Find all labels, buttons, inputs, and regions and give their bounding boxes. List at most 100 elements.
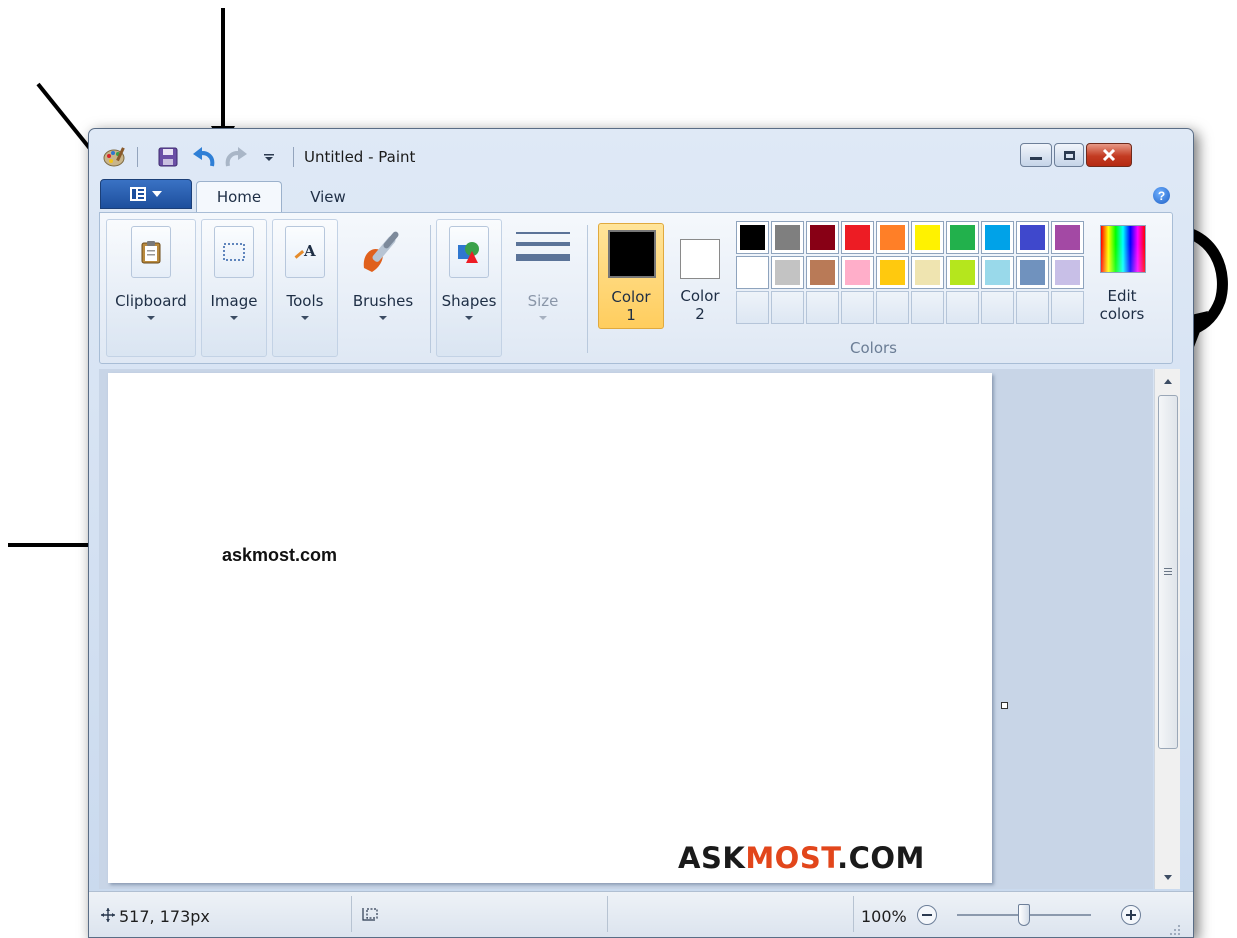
palette-color-swatch[interactable] bbox=[1016, 256, 1049, 289]
scroll-grip-icon bbox=[1164, 568, 1172, 575]
palette-empty-swatch[interactable] bbox=[841, 291, 874, 324]
edit-colors-button[interactable]: Edit colors bbox=[1094, 223, 1150, 333]
image-label: Image bbox=[210, 292, 258, 310]
minimize-icon bbox=[1030, 156, 1042, 160]
window-title: Untitled - Paint bbox=[304, 148, 416, 166]
palette-empty-swatch[interactable] bbox=[771, 291, 804, 324]
scroll-up-button[interactable] bbox=[1155, 371, 1181, 391]
brush-icon bbox=[358, 226, 408, 280]
shapes-icon bbox=[449, 226, 489, 278]
palette-empty-swatch[interactable] bbox=[876, 291, 909, 324]
redo-icon[interactable] bbox=[223, 145, 249, 169]
watermark-prefix: ASK bbox=[678, 841, 746, 875]
palette-color-swatch[interactable] bbox=[736, 256, 769, 289]
scroll-thumb[interactable] bbox=[1158, 395, 1178, 749]
tab-view[interactable]: View bbox=[290, 181, 366, 212]
chevron-down-icon bbox=[301, 316, 309, 320]
palette-color-swatch[interactable] bbox=[981, 256, 1014, 289]
palette-color-swatch[interactable] bbox=[736, 221, 769, 254]
ribbon-home: Clipboard Image A Tools Brushes Shapes S… bbox=[99, 212, 1173, 364]
palette-color-swatch[interactable] bbox=[876, 221, 909, 254]
palette-color-swatch[interactable] bbox=[771, 221, 804, 254]
color2-swatch bbox=[680, 239, 720, 279]
palette-color-swatch[interactable] bbox=[946, 256, 979, 289]
selection-size-icon bbox=[362, 908, 378, 921]
chevron-down-icon bbox=[147, 316, 155, 320]
clipboard-group-button[interactable]: Clipboard bbox=[106, 219, 196, 357]
image-group-button[interactable]: Image bbox=[201, 219, 267, 357]
zoom-slider-thumb[interactable] bbox=[1018, 904, 1030, 926]
scroll-down-button[interactable] bbox=[1155, 867, 1181, 887]
watermark-suffix: .COM bbox=[837, 841, 925, 875]
palette-empty-swatch[interactable] bbox=[946, 291, 979, 324]
color1-button[interactable]: Color 1 bbox=[598, 223, 664, 329]
palette-empty-swatch[interactable] bbox=[806, 291, 839, 324]
chevron-down-icon bbox=[539, 316, 547, 320]
paint-app-icon[interactable] bbox=[101, 145, 127, 169]
help-icon[interactable]: ? bbox=[1153, 187, 1170, 204]
color1-label-line1: Color bbox=[611, 288, 651, 306]
chevron-down-icon bbox=[379, 316, 387, 320]
color2-label-line2: 2 bbox=[695, 305, 705, 323]
menu-list-icon bbox=[130, 187, 146, 201]
chevron-down-icon bbox=[1164, 874, 1172, 880]
status-bar: 517, 173px 100% bbox=[89, 891, 1193, 937]
maximize-icon bbox=[1063, 150, 1075, 160]
brushes-group-button[interactable]: Brushes bbox=[343, 219, 423, 357]
color-spectrum-icon bbox=[1100, 225, 1146, 273]
colors-group-caption: Colors bbox=[850, 339, 897, 357]
zoom-out-button[interactable] bbox=[917, 905, 937, 925]
palette-color-swatch[interactable] bbox=[806, 256, 839, 289]
canvas-workspace: askmost.com ASKMOST.COM bbox=[99, 369, 1153, 889]
minimize-button[interactable] bbox=[1020, 143, 1052, 167]
customize-toolbar-icon[interactable] bbox=[261, 145, 277, 169]
palette-color-swatch[interactable] bbox=[911, 256, 944, 289]
chevron-down-icon bbox=[465, 316, 473, 320]
close-icon bbox=[1102, 149, 1116, 161]
chevron-up-icon bbox=[1164, 378, 1172, 384]
palette-color-swatch[interactable] bbox=[841, 256, 874, 289]
clipboard-icon bbox=[131, 226, 171, 278]
drawing-canvas[interactable]: askmost.com ASKMOST.COM bbox=[108, 373, 992, 883]
tools-group-button[interactable]: A Tools bbox=[272, 219, 338, 357]
palette-empty-swatch[interactable] bbox=[1016, 291, 1049, 324]
palette-color-swatch[interactable] bbox=[981, 221, 1014, 254]
palette-color-swatch[interactable] bbox=[1051, 221, 1084, 254]
canvas-resize-handle[interactable] bbox=[1001, 702, 1008, 709]
canvas-text: askmost.com bbox=[222, 545, 338, 565]
palette-empty-swatch[interactable] bbox=[981, 291, 1014, 324]
vertical-scrollbar[interactable] bbox=[1154, 369, 1180, 889]
plus-icon bbox=[1126, 910, 1136, 920]
palette-empty-swatch[interactable] bbox=[911, 291, 944, 324]
palette-color-swatch[interactable] bbox=[1016, 221, 1049, 254]
resize-grip-icon[interactable] bbox=[1169, 924, 1181, 936]
palette-empty-swatch[interactable] bbox=[736, 291, 769, 324]
paint-window: Untitled - Paint Home View ? Clipboard I… bbox=[88, 128, 1194, 938]
palette-empty-swatch[interactable] bbox=[1051, 291, 1084, 324]
zoom-in-button[interactable] bbox=[1121, 905, 1141, 925]
color2-button[interactable]: Color 2 bbox=[670, 223, 730, 329]
palette-color-swatch[interactable] bbox=[841, 221, 874, 254]
shapes-group-button[interactable]: Shapes bbox=[436, 219, 502, 357]
palette-color-swatch[interactable] bbox=[1051, 256, 1084, 289]
watermark-logo: ASKMOST.COM bbox=[678, 841, 925, 875]
paint-file-menu-button[interactable] bbox=[100, 179, 192, 209]
edit-colors-label-line2: colors bbox=[1099, 305, 1145, 323]
palette-color-swatch[interactable] bbox=[806, 221, 839, 254]
select-icon bbox=[214, 226, 254, 278]
tab-home[interactable]: Home bbox=[196, 181, 282, 212]
color1-label-line2: 1 bbox=[626, 306, 636, 324]
palette-color-swatch[interactable] bbox=[911, 221, 944, 254]
undo-icon[interactable] bbox=[191, 145, 217, 169]
palette-color-swatch[interactable] bbox=[771, 256, 804, 289]
close-button[interactable] bbox=[1086, 143, 1132, 167]
zoom-level: 100% bbox=[861, 907, 907, 926]
chevron-down-icon bbox=[152, 191, 162, 197]
line-size-icon bbox=[516, 226, 570, 276]
color2-label-line1: Color bbox=[680, 287, 720, 305]
size-group-button[interactable]: Size bbox=[508, 219, 578, 357]
maximize-button[interactable] bbox=[1054, 143, 1084, 167]
palette-color-swatch[interactable] bbox=[946, 221, 979, 254]
palette-color-swatch[interactable] bbox=[876, 256, 909, 289]
save-icon[interactable] bbox=[157, 145, 179, 169]
